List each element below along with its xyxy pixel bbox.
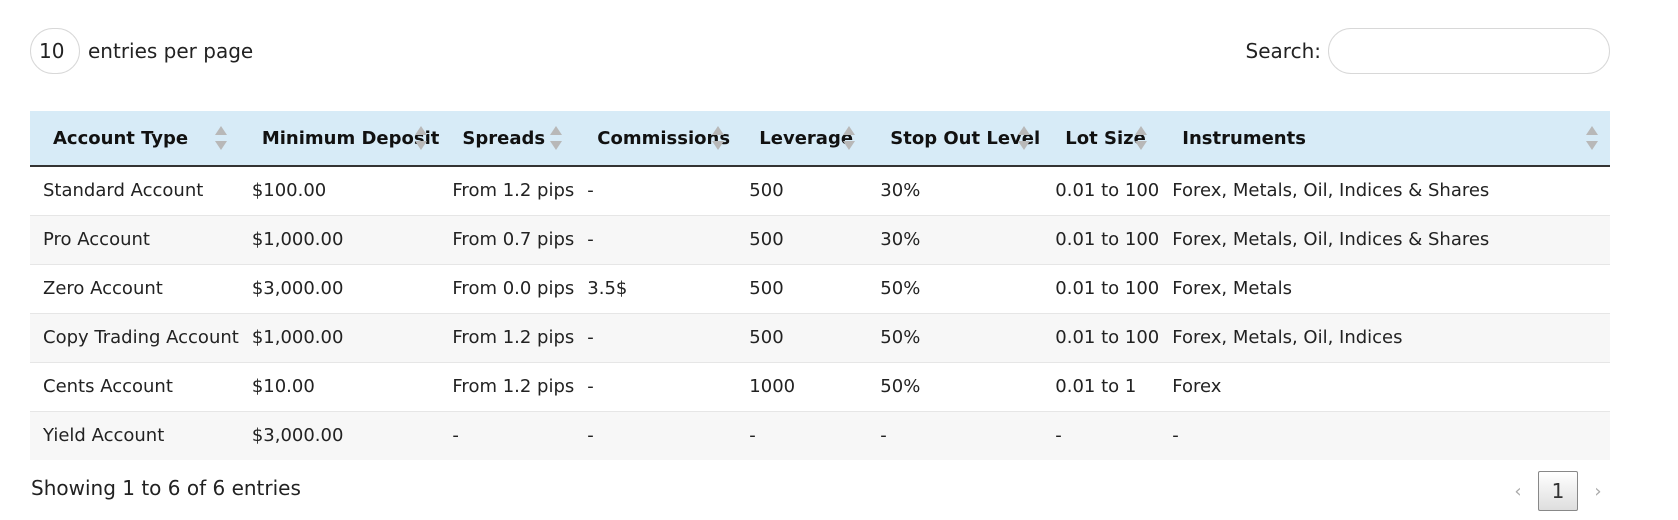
sort-icon [415, 125, 428, 151]
cell-minimum-deposit: $1,000.00 [251, 327, 344, 348]
table-body: Standard Account $100.00 From 1.2 pips -… [30, 166, 1610, 460]
cell-account-type: Cents Account [43, 376, 173, 397]
column-header-instruments[interactable]: Instruments [1159, 111, 1610, 166]
column-header-stop-out-level[interactable]: Stop Out Level [867, 111, 1042, 166]
cell-commissions: - [587, 327, 594, 348]
table-header-row: Account Type Minimum Deposit Spreads Com… [30, 111, 1610, 166]
table-row: Cents Account $10.00 From 1.2 pips - 100… [30, 362, 1610, 411]
sort-icon [214, 125, 227, 151]
table-row: Yield Account $3,000.00 - - - - - - [30, 411, 1610, 460]
column-header-spreads[interactable]: Spreads [439, 111, 574, 166]
cell-instruments: Forex [1172, 376, 1222, 397]
cell-instruments: Forex, Metals, Oil, Indices & Shares [1172, 180, 1490, 202]
sort-icon [1586, 125, 1598, 151]
sort-icon [712, 125, 725, 151]
cell-leverage: 500 [749, 278, 784, 299]
next-page-icon[interactable]: › [1578, 481, 1618, 502]
cell-spreads: - [452, 425, 459, 447]
column-header-label: Minimum Deposit [261, 127, 440, 149]
cell-leverage: 500 [749, 327, 784, 348]
column-header-label: Commissions [597, 127, 731, 149]
page-button-current[interactable]: 1 [1538, 471, 1578, 511]
column-header-label: Account Type [53, 127, 189, 149]
cell-stop-out-level: 30% [880, 229, 921, 250]
cell-account-type: Pro Account [43, 229, 150, 250]
cell-spreads: From 0.7 pips [452, 229, 575, 250]
sort-icon [1018, 125, 1031, 151]
search-input[interactable] [1328, 28, 1610, 74]
entries-per-page-select[interactable]: 10 [30, 28, 80, 74]
cell-spreads: From 0.0 pips [452, 278, 575, 299]
cell-commissions: - [587, 425, 594, 447]
cell-instruments: Forex, Metals [1172, 278, 1292, 299]
cell-account-type: Zero Account [43, 278, 163, 299]
table-info: Showing 1 to 6 of 6 entries [31, 476, 301, 500]
cell-lot-size: 0.01 to 100 [1055, 278, 1160, 299]
column-header-label: Leverage [759, 127, 854, 149]
cell-stop-out-level: - [880, 425, 887, 447]
column-header-label: Spreads [462, 127, 546, 149]
cell-lot-size: 0.01 to 100 [1055, 327, 1160, 348]
cell-commissions: - [587, 229, 594, 250]
cell-stop-out-level: 30% [880, 180, 921, 202]
cell-lot-size: 0.01 to 1 [1055, 376, 1137, 397]
cell-leverage: 1000 [749, 376, 796, 397]
cell-lot-size: 0.01 to 100 [1055, 180, 1160, 202]
table-controls: 10 entries per page Search: [0, 0, 1678, 100]
column-header-label: Instruments [1182, 127, 1306, 149]
cell-account-type: Copy Trading Account [43, 327, 239, 348]
sort-icon [1135, 125, 1148, 151]
cell-spreads: From 1.2 pips [452, 327, 575, 348]
cell-instruments: - [1172, 425, 1179, 447]
table-row: Standard Account $100.00 From 1.2 pips -… [30, 166, 1610, 215]
cell-minimum-deposit: $3,000.00 [251, 425, 344, 447]
cell-instruments: Forex, Metals, Oil, Indices & Shares [1172, 229, 1490, 250]
cell-minimum-deposit: $3,000.00 [251, 278, 344, 299]
cell-leverage: 500 [749, 229, 784, 250]
cell-account-type: Standard Account [43, 180, 204, 202]
cell-lot-size: 0.01 to 100 [1055, 229, 1160, 250]
cell-stop-out-level: 50% [880, 376, 921, 397]
pagination: ‹ 1 › [1498, 471, 1618, 511]
cell-commissions: 3.5$ [587, 278, 628, 299]
cell-lot-size: - [1055, 425, 1062, 447]
sort-icon [550, 125, 563, 151]
cell-stop-out-level: 50% [880, 278, 921, 299]
cell-spreads: From 1.2 pips [452, 376, 575, 397]
cell-minimum-deposit: $1,000.00 [251, 229, 344, 250]
search-control: Search: [1246, 28, 1610, 74]
cell-minimum-deposit: $100.00 [251, 180, 327, 202]
cell-leverage: - [749, 425, 756, 447]
column-header-commissions[interactable]: Commissions [574, 111, 736, 166]
column-header-minimum-deposit[interactable]: Minimum Deposit [239, 111, 440, 166]
accounts-table: Account Type Minimum Deposit Spreads Com… [30, 111, 1610, 460]
column-header-account-type[interactable]: Account Type [30, 111, 239, 166]
column-header-lot-size[interactable]: Lot Size [1042, 111, 1159, 166]
table-row: Zero Account $3,000.00 From 0.0 pips 3.5… [30, 264, 1610, 313]
entries-per-page-label: entries per page [88, 39, 254, 63]
cell-account-type: Yield Account [43, 425, 165, 447]
cell-minimum-deposit: $10.00 [251, 376, 315, 397]
table-row: Copy Trading Account $1,000.00 From 1.2 … [30, 313, 1610, 362]
cell-spreads: From 1.2 pips [452, 180, 575, 202]
cell-commissions: - [587, 376, 594, 397]
sort-icon [843, 125, 856, 151]
table-row: Pro Account $1,000.00 From 0.7 pips - 50… [30, 215, 1610, 264]
previous-page-icon[interactable]: ‹ [1498, 481, 1538, 502]
cell-commissions: - [587, 180, 594, 202]
column-header-leverage[interactable]: Leverage [736, 111, 867, 166]
entries-length-control: 10 entries per page [30, 28, 253, 74]
cell-stop-out-level: 50% [880, 327, 921, 348]
column-header-label: Lot Size [1065, 127, 1146, 149]
table-header: Account Type Minimum Deposit Spreads Com… [30, 111, 1610, 166]
cell-leverage: 500 [749, 180, 784, 202]
search-label: Search: [1245, 39, 1321, 63]
cell-instruments: Forex, Metals, Oil, Indices [1172, 327, 1403, 348]
